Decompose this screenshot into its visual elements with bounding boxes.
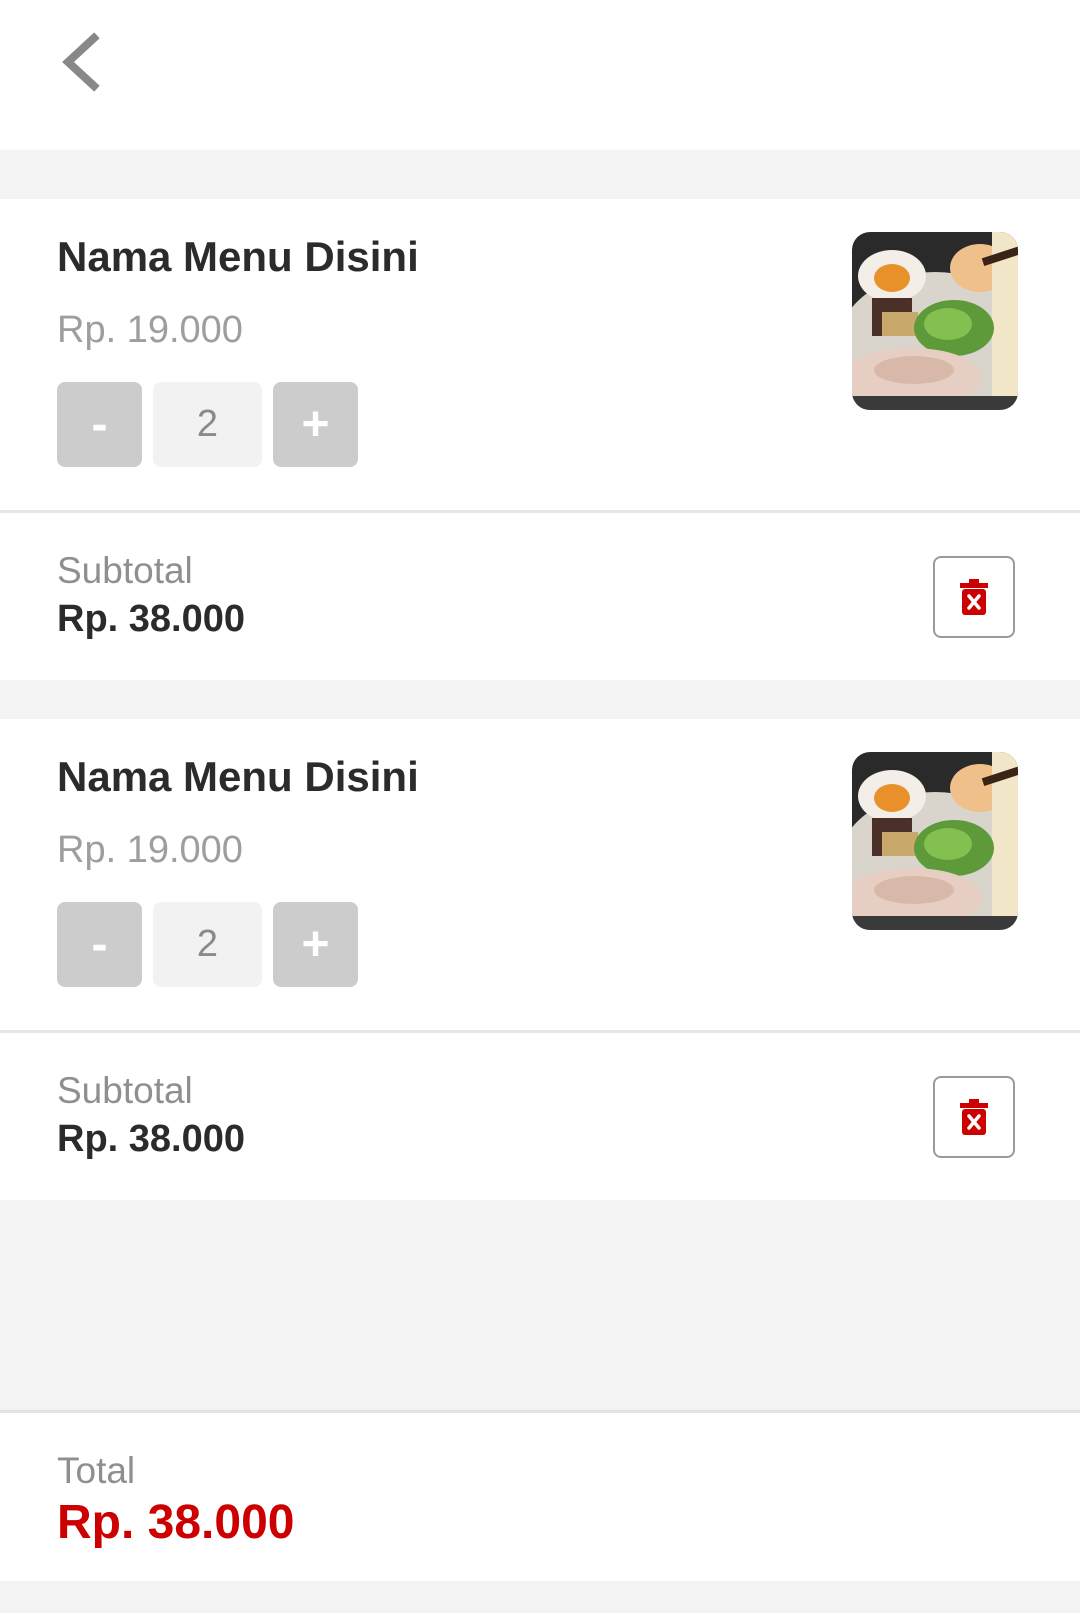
quantity-value: 2 [153, 382, 262, 467]
total-bar: Total Rp. 38.000 [0, 1410, 1080, 1581]
item-price: Rp. 19.000 [57, 829, 243, 871]
chevron-left-icon [62, 32, 100, 92]
quantity-stepper: - 2 + [57, 382, 358, 467]
decrease-quantity-button[interactable]: - [57, 382, 142, 467]
subtotal-value: Rp. 38.000 [57, 1118, 245, 1160]
increase-quantity-button[interactable]: + [273, 902, 358, 987]
cart-item: Nama Menu Disini Rp. 19.000 - 2 + Subtot… [0, 719, 1080, 1200]
cart-item-subtotal: Subtotal Rp. 38.000 [0, 1033, 1080, 1200]
quantity-stepper: - 2 + [57, 902, 358, 987]
cart-item-details: Nama Menu Disini Rp. 19.000 - 2 + [0, 719, 1080, 1033]
cart-item-details: Nama Menu Disini Rp. 19.000 - 2 + [0, 199, 1080, 513]
item-price: Rp. 19.000 [57, 309, 243, 351]
menu-item-photo [852, 752, 1018, 930]
item-name: Nama Menu Disini [57, 233, 419, 280]
subtotal-label: Subtotal [57, 550, 193, 591]
total-label: Total [57, 1450, 136, 1491]
menu-item-photo [852, 232, 1018, 410]
increase-quantity-button[interactable]: + [273, 382, 358, 467]
item-name: Nama Menu Disini [57, 753, 419, 800]
cart-item-subtotal: Subtotal Rp. 38.000 [0, 513, 1080, 680]
back-button[interactable] [48, 30, 112, 94]
subtotal-label: Subtotal [57, 1070, 193, 1111]
quantity-value: 2 [153, 902, 262, 987]
decrease-quantity-button[interactable]: - [57, 902, 142, 987]
trash-icon [960, 1099, 988, 1135]
total-value: Rp. 38.000 [57, 1496, 295, 1549]
cart-item: Nama Menu Disini Rp. 19.000 - 2 + Subtot… [0, 199, 1080, 680]
delete-item-button[interactable] [933, 1076, 1015, 1158]
subtotal-value: Rp. 38.000 [57, 598, 245, 640]
top-bar [0, 0, 1080, 150]
trash-icon [960, 579, 988, 615]
delete-item-button[interactable] [933, 556, 1015, 638]
